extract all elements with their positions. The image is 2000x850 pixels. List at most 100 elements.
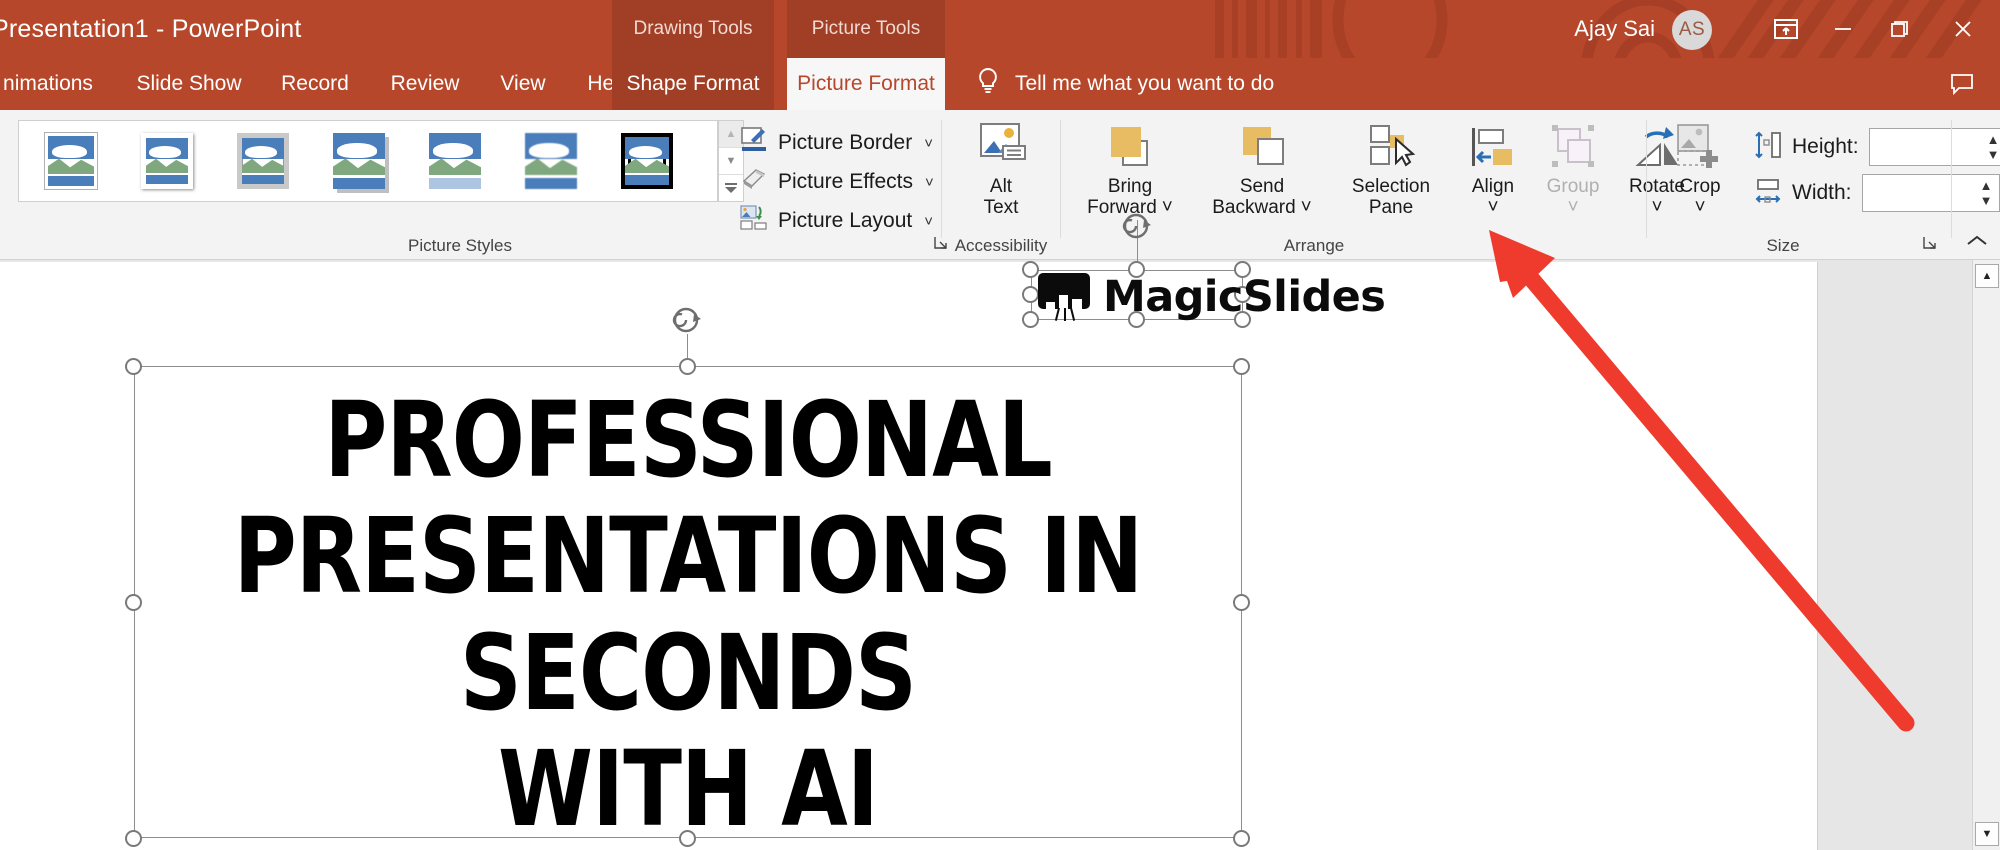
context-tab-picture-tools[interactable]: Picture Tools (787, 0, 945, 58)
chevron-down-icon[interactable]: ˅ (1487, 197, 1498, 218)
rotate-handle-icon[interactable] (1120, 210, 1154, 244)
send-backward-icon (1234, 118, 1290, 176)
magicslides-chart-easel-icon (1038, 273, 1090, 321)
chevron-down-icon[interactable]: ˅ (924, 135, 933, 152)
document-title: Presentation1 - PowerPoint (0, 15, 302, 43)
width-field[interactable] (1862, 175, 1999, 211)
tab-animations[interactable]: nimations (0, 58, 118, 110)
height-label: Height: (1792, 135, 1859, 158)
picture-layout-button[interactable]: Picture Layout ˅ (740, 202, 933, 240)
picture-style-soft-edge-rectangle[interactable] (503, 130, 599, 192)
group-label-accessibility: Accessibility (954, 236, 1048, 255)
restore-icon[interactable] (1870, 0, 1928, 58)
tell-me-label: Tell me what you want to do (1015, 72, 1275, 95)
magicslides-logo[interactable]: MagicSlides (1038, 272, 1386, 322)
tell-me-search[interactable]: Tell me what you want to do (975, 58, 1274, 110)
ribbon-group-accessibility: Alt Text Accessibility (941, 110, 1061, 260)
picture-style-simple-frame-white[interactable] (23, 130, 119, 192)
user-name[interactable]: Ajay Sai (1574, 0, 1655, 58)
dialog-launcher-icon[interactable] (1921, 234, 1938, 254)
selection-pane-label-line2: Pane (1368, 197, 1414, 219)
tab-slide-show[interactable]: Slide Show (118, 58, 260, 110)
width-row: Width: ▲ ▼ (1754, 174, 2000, 212)
height-field[interactable] (1869, 129, 2000, 165)
collapse-ribbon-icon[interactable] (1964, 233, 1990, 254)
picture-style-beveled-matte-white[interactable] (119, 130, 215, 192)
vertical-scrollbar[interactable]: ▲ ▼ (1972, 260, 2000, 850)
picture-effects-icon (740, 165, 768, 199)
stepper-up-icon[interactable]: ▲ (1980, 179, 1993, 192)
width-stepper[interactable]: ▲ ▼ (1861, 174, 2000, 212)
align-button[interactable]: Align ˅ (1452, 118, 1534, 236)
width-label: Width: (1792, 181, 1852, 204)
height-icon (1754, 130, 1782, 165)
chevron-down-icon[interactable]: ˅ (1301, 197, 1312, 218)
selection-pane-button[interactable]: Selection Pane (1332, 118, 1450, 236)
slide-work-area: MagicSlides PROFESSIONAL PRESENTATIONS I… (0, 213, 2000, 850)
picture-border-button[interactable]: Picture Border ˅ (740, 124, 933, 162)
crop-label: Crop (1679, 176, 1721, 197)
picture-border-icon (740, 126, 768, 160)
crop-button[interactable]: Crop ˅ (1652, 118, 1748, 236)
group-objects-button[interactable]: Group ˅ (1530, 118, 1616, 236)
group-objects-icon (1546, 118, 1600, 176)
send-backward-label-line1: Send (1239, 176, 1285, 197)
ribbon-display-options-icon[interactable] (1757, 0, 1815, 58)
group-objects-label: Group (1546, 176, 1600, 197)
picture-style-drop-shadow-rectangle[interactable] (311, 130, 407, 192)
resize-handle-w[interactable] (125, 594, 142, 611)
group-label-size: Size (1766, 236, 1800, 255)
picture-layout-label: Picture Layout (778, 209, 913, 232)
chevron-down-icon[interactable]: ˅ (1694, 197, 1705, 218)
ribbon-group-picture-styles: ▲ ▼ Picture Border ˅ Picture Effects ˅ P… (0, 110, 947, 260)
resize-handle-ne[interactable] (1233, 358, 1250, 375)
resize-handle-e[interactable] (1233, 594, 1250, 611)
chevron-down-icon[interactable]: ˅ (1162, 197, 1173, 218)
comment-icon[interactable] (1934, 58, 1990, 110)
alt-text-button[interactable]: Alt Text (953, 118, 1049, 236)
picture-style-metal-frame[interactable] (215, 130, 311, 192)
resize-handle-nw[interactable] (125, 358, 142, 375)
picture-effects-label: Picture Effects (778, 170, 914, 193)
tab-record[interactable]: Record (260, 58, 370, 110)
picture-styles-gallery[interactable] (18, 120, 718, 202)
scroll-down-arrow-icon[interactable]: ▼ (1975, 822, 1999, 846)
slide-canvas[interactable]: MagicSlides PROFESSIONAL PRESENTATIONS I… (0, 213, 1818, 850)
title-line-2: PRESENTATIONS IN SECONDS (233, 495, 1144, 734)
scroll-up-arrow-icon[interactable]: ▲ (1975, 264, 1999, 288)
picture-style-reflected-rounded-rectangle[interactable] (407, 130, 503, 192)
tab-shape-format[interactable]: Shape Format (612, 58, 774, 110)
picture-effects-button[interactable]: Picture Effects ˅ (740, 163, 934, 201)
minimize-icon[interactable] (1814, 0, 1872, 58)
resize-handle-nw[interactable] (1022, 261, 1039, 278)
send-backward-button[interactable]: Send Backward ˅ (1198, 118, 1326, 236)
rotate-handle-icon[interactable] (670, 304, 704, 338)
chevron-down-icon[interactable]: ˅ (924, 213, 933, 230)
context-tab-drawing-tools[interactable]: Drawing Tools (612, 0, 774, 58)
stepper-down-icon[interactable]: ▼ (1980, 194, 1993, 207)
picture-style-thick-matte-black[interactable] (599, 130, 695, 192)
align-icon (1467, 118, 1519, 176)
avatar[interactable]: AS (1672, 10, 1712, 50)
slide-title-text[interactable]: PROFESSIONAL PRESENTATIONS IN SECONDS WI… (178, 382, 1197, 848)
resize-handle-sw[interactable] (125, 830, 142, 847)
crop-icon (1672, 118, 1728, 176)
alt-text-label-line1: Alt (989, 176, 1013, 197)
ribbon: ▲ ▼ Picture Border ˅ Picture Effects ˅ P… (0, 110, 2000, 260)
height-stepper[interactable]: ▲ ▼ (1868, 128, 2000, 166)
stepper-up-icon[interactable]: ▲ (1987, 133, 2000, 146)
picture-border-label: Picture Border (778, 131, 913, 154)
align-label: Align (1471, 176, 1515, 197)
tab-picture-format[interactable]: Picture Format (787, 58, 945, 110)
resize-handle-n[interactable] (679, 358, 696, 375)
close-icon[interactable] (1934, 0, 1992, 58)
chevron-down-icon[interactable]: ˅ (925, 174, 934, 191)
stepper-down-icon[interactable]: ▼ (1987, 148, 2000, 161)
alt-text-label-line2: Text (983, 197, 1019, 219)
resize-handle-se[interactable] (1233, 830, 1250, 847)
resize-handle-w[interactable] (1022, 286, 1039, 303)
tab-review[interactable]: Review (370, 58, 480, 110)
tab-view[interactable]: View (480, 58, 566, 110)
resize-handle-sw[interactable] (1022, 311, 1039, 328)
chevron-down-icon[interactable]: ˅ (1567, 197, 1578, 218)
